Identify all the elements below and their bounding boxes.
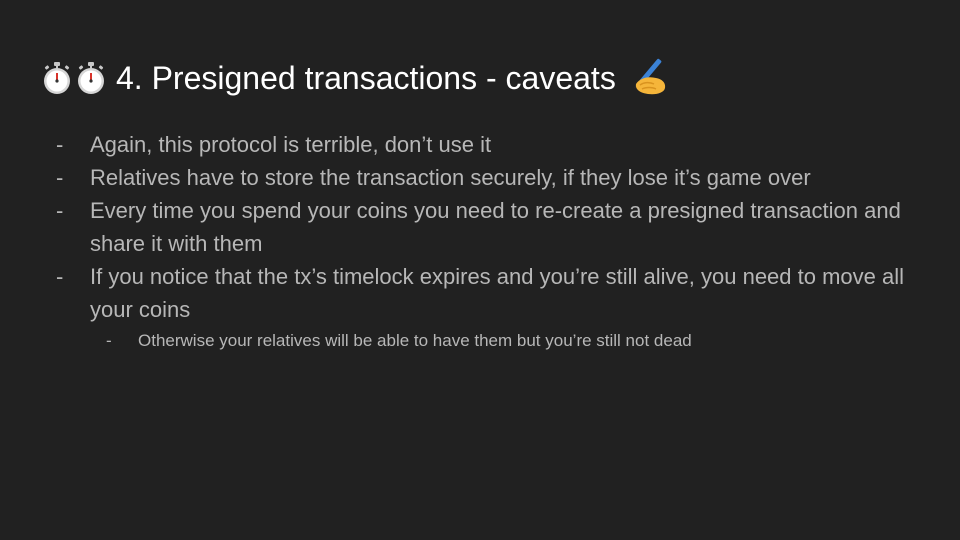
stopwatch-icon bbox=[44, 62, 70, 94]
bullet-dash: - bbox=[56, 264, 64, 289]
list-item-text: Every time you spend your coins you need… bbox=[90, 198, 901, 256]
sub-list-item-text: Otherwise your relatives will be able to… bbox=[138, 331, 692, 350]
sub-bullet-list: - Otherwise your relatives will be able … bbox=[90, 326, 916, 356]
slide-title: 4. Presigned transactions - caveats bbox=[116, 59, 616, 96]
list-item: - If you notice that the tx’s timelock e… bbox=[56, 260, 916, 356]
sub-list-item: - Otherwise your relatives will be able … bbox=[90, 326, 916, 356]
bullet-dash: - bbox=[106, 331, 112, 350]
list-item: - Again, this protocol is terrible, don’… bbox=[56, 128, 916, 161]
stopwatch-icon bbox=[78, 62, 104, 94]
slide-title-row: 4. Presigned transactions - caveats bbox=[42, 54, 668, 102]
bullet-dash: - bbox=[56, 198, 64, 223]
list-item-text: If you notice that the tx’s timelock exp… bbox=[90, 264, 905, 322]
bullet-dash: - bbox=[56, 165, 64, 190]
list-item-text: Again, this protocol is terrible, don’t … bbox=[90, 132, 492, 157]
bullet-dash: - bbox=[56, 132, 64, 157]
list-item: - Relatives have to store the transactio… bbox=[56, 161, 916, 194]
writing-hand-icon bbox=[633, 58, 665, 95]
list-item-text: Relatives have to store the transaction … bbox=[90, 165, 811, 190]
bullet-list: - Again, this protocol is terrible, don’… bbox=[56, 128, 916, 356]
list-item: - Every time you spend your coins you ne… bbox=[56, 194, 916, 260]
slide: 4. Presigned transactions - caveats - Ag… bbox=[0, 0, 960, 540]
